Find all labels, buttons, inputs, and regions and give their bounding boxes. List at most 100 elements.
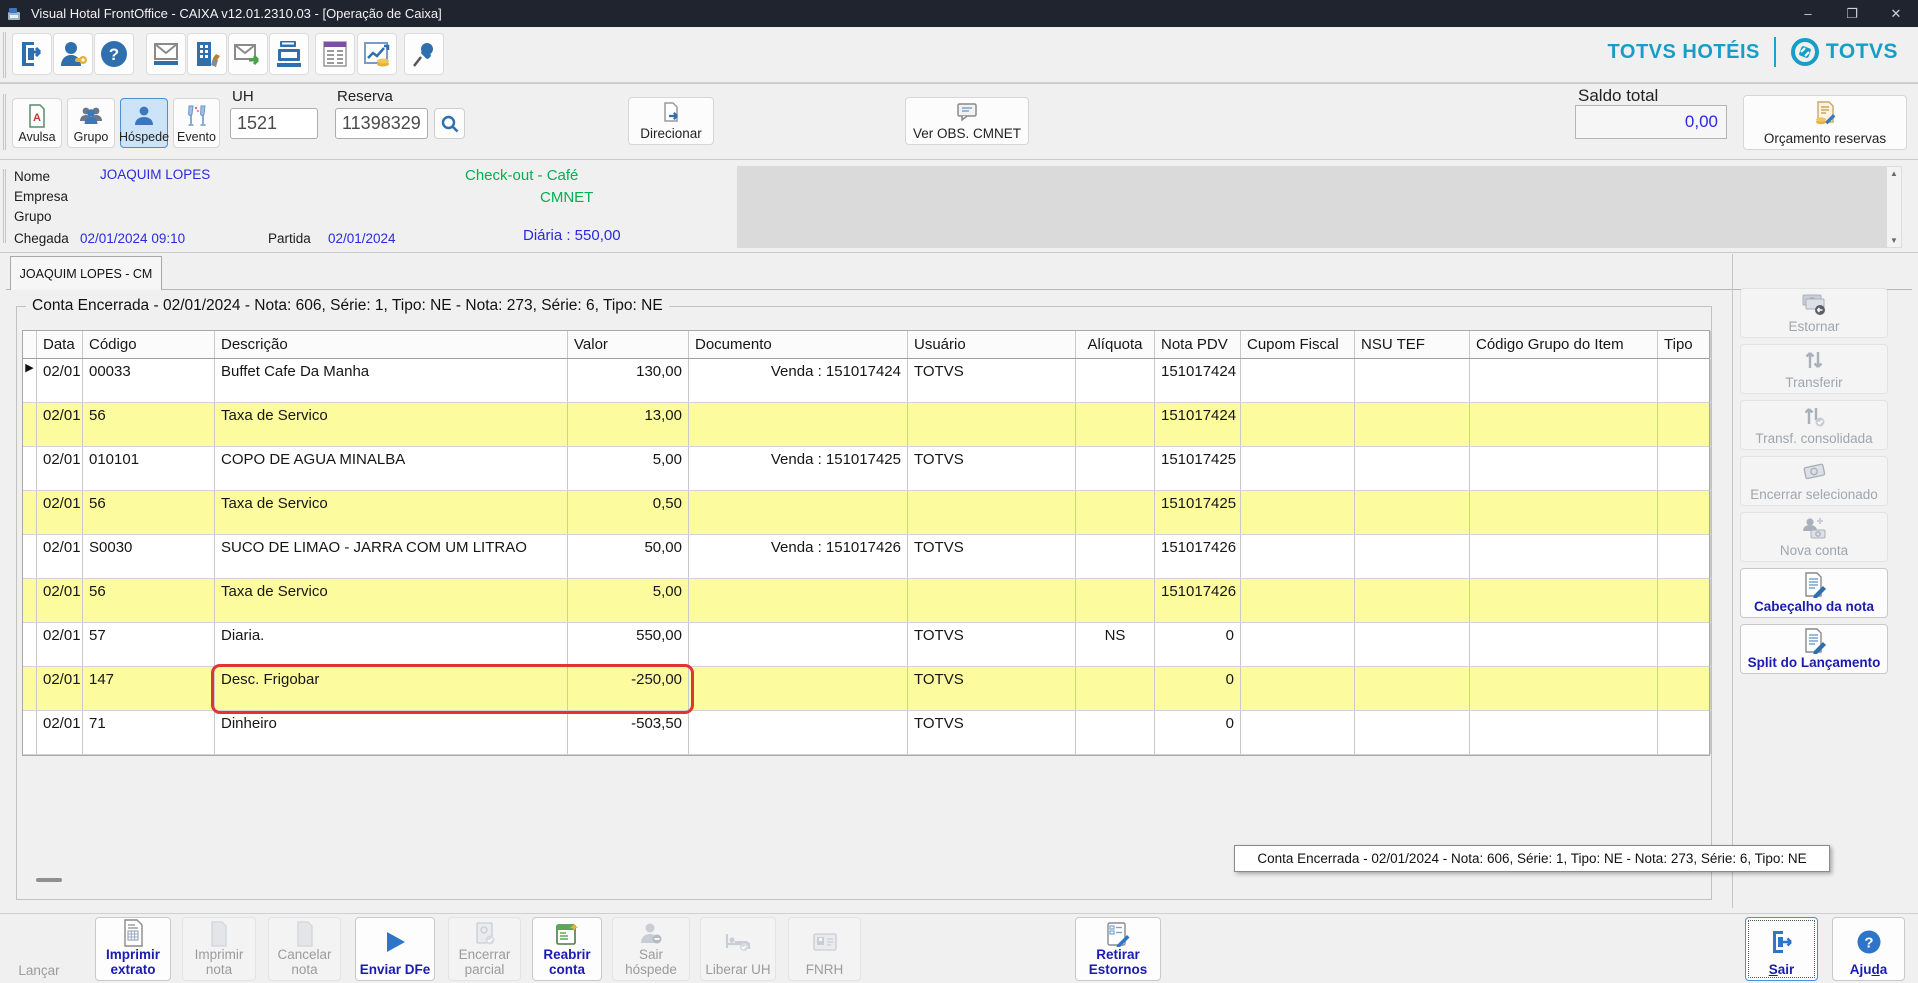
table-cell[interactable] — [1241, 623, 1355, 666]
mode-button-avulsa[interactable]: A Avulsa — [12, 98, 62, 148]
table-cell[interactable] — [908, 403, 1076, 446]
table-cell[interactable] — [1241, 403, 1355, 446]
table-cell[interactable]: 02/01 — [37, 359, 83, 402]
selected-row-marker[interactable]: ▶ — [23, 359, 37, 402]
mode-button-hospede[interactable]: Hóspede — [120, 98, 168, 148]
table-cell[interactable]: Venda : 151017424 — [689, 359, 908, 402]
imprimir-extrato-button[interactable]: Imprimir extrato — [95, 917, 171, 981]
table-cell[interactable]: 151017424 — [1155, 403, 1241, 446]
column-header[interactable]: Código — [83, 331, 215, 358]
table-cell[interactable]: Venda : 151017425 — [689, 447, 908, 490]
table-cell[interactable] — [1470, 491, 1658, 534]
table-cell[interactable] — [1470, 535, 1658, 578]
table-cell[interactable] — [1658, 359, 1711, 402]
table-cell[interactable]: 02/01 — [37, 623, 83, 666]
table-cell[interactable]: 02/01 — [37, 403, 83, 446]
table-cell[interactable]: 151017426 — [1155, 579, 1241, 622]
table-cell[interactable]: 56 — [83, 403, 215, 446]
ver-obs-cmnet-button[interactable]: Ver OBS. CMNET — [905, 97, 1029, 145]
table-cell[interactable] — [1355, 403, 1470, 446]
table-cell[interactable] — [1241, 491, 1355, 534]
table-cell[interactable] — [1241, 535, 1355, 578]
table-cell[interactable]: Dinheiro — [215, 711, 568, 754]
table-cell[interactable]: Taxa de Servico — [215, 491, 568, 534]
table-row[interactable]: 02/01010101COPO DE AGUA MINALBA5,00Venda… — [23, 447, 1709, 491]
row-selector-cell[interactable] — [23, 711, 37, 754]
table-cell[interactable]: 02/01 — [37, 491, 83, 534]
table-cell[interactable]: -250,00 — [568, 667, 689, 710]
cancelar-nota-button[interactable]: Cancelar nota — [268, 917, 341, 981]
table-cell[interactable]: 151017424 — [1155, 359, 1241, 402]
table-cell[interactable] — [1076, 491, 1155, 534]
table-cell[interactable] — [1355, 711, 1470, 754]
table-cell[interactable]: 57 — [83, 623, 215, 666]
table-cell[interactable] — [1470, 447, 1658, 490]
help-toolbar-button[interactable]: ? — [94, 33, 134, 75]
split-do-lancamento-button[interactable]: Split do Lançamento — [1740, 624, 1888, 674]
table-cell[interactable] — [689, 491, 908, 534]
table-cell[interactable]: 0 — [1155, 623, 1241, 666]
table-cell[interactable]: COPO DE AGUA MINALBA — [215, 447, 568, 490]
table-cell[interactable]: 151017426 — [1155, 535, 1241, 578]
table-row[interactable]: 02/0156Taxa de Servico5,00151017426 — [23, 579, 1709, 623]
reserva-input[interactable] — [335, 108, 428, 139]
table-cell[interactable]: 5,00 — [568, 447, 689, 490]
column-header[interactable]: Código Grupo do Item — [1470, 331, 1658, 358]
table-cell[interactable]: 010101 — [83, 447, 215, 490]
row-selector-cell[interactable] — [23, 535, 37, 578]
minimize-button[interactable]: – — [1786, 0, 1830, 27]
table-cell[interactable]: 00033 — [83, 359, 215, 402]
table-cell[interactable] — [689, 711, 908, 754]
lancamentos-table[interactable]: DataCódigoDescriçãoValorDocumentoUsuário… — [22, 330, 1710, 756]
cash-register-toolbar-button[interactable] — [269, 33, 309, 75]
estornar-button[interactable]: Estornar — [1740, 288, 1888, 338]
column-header[interactable]: Usuário — [908, 331, 1076, 358]
enviar-dfe-button[interactable]: Enviar DFe — [355, 917, 435, 981]
table-cell[interactable] — [1470, 667, 1658, 710]
table-cell[interactable]: 02/01 — [37, 667, 83, 710]
table-cell[interactable]: 02/01 — [37, 447, 83, 490]
fnrh-button[interactable]: FNRH — [788, 917, 861, 981]
table-cell[interactable] — [1658, 623, 1711, 666]
orcamento-reservas-button[interactable]: Orçamento reservas — [1743, 95, 1907, 150]
user-key-toolbar-button[interactable] — [53, 33, 93, 75]
table-cell[interactable]: 550,00 — [568, 623, 689, 666]
table-row[interactable]: 02/0157Diaria.550,00TOTVSNS0 — [23, 623, 1709, 667]
row-selector-cell[interactable] — [23, 447, 37, 490]
table-cell[interactable]: 56 — [83, 579, 215, 622]
table-cell[interactable] — [1658, 667, 1711, 710]
search-reserva-button[interactable] — [434, 108, 465, 139]
column-header[interactable]: Descrição — [215, 331, 568, 358]
table-cell[interactable] — [1470, 623, 1658, 666]
column-header[interactable]: Cupom Fiscal — [1241, 331, 1355, 358]
table-cell[interactable] — [1470, 579, 1658, 622]
table-cell[interactable] — [1241, 711, 1355, 754]
table-cell[interactable] — [1241, 579, 1355, 622]
nova-conta-button[interactable]: Nova conta — [1740, 512, 1888, 562]
row-selector-cell[interactable] — [23, 579, 37, 622]
table-cell[interactable]: Taxa de Servico — [215, 403, 568, 446]
table-cell[interactable]: 5,00 — [568, 579, 689, 622]
scroll-up-icon[interactable]: ▲ — [1887, 169, 1901, 178]
table-cell[interactable]: 0 — [1155, 711, 1241, 754]
table-cell[interactable] — [1355, 447, 1470, 490]
table-cell[interactable] — [1658, 491, 1711, 534]
table-cell[interactable] — [1241, 359, 1355, 402]
table-cell[interactable] — [1076, 535, 1155, 578]
column-header[interactable]: Valor — [568, 331, 689, 358]
direcionar-button[interactable]: Direcionar — [628, 97, 714, 145]
table-cell[interactable] — [1241, 667, 1355, 710]
table-row[interactable]: ▶02/0100033Buffet Cafe Da Manha130,00Ven… — [23, 359, 1709, 403]
reabrir-conta-button[interactable]: Reabrir conta — [532, 917, 602, 981]
table-cell[interactable]: 13,00 — [568, 403, 689, 446]
table-cell[interactable]: 0,50 — [568, 491, 689, 534]
table-cell[interactable] — [689, 667, 908, 710]
column-header[interactable]: Data — [37, 331, 83, 358]
pin-toolbar-button[interactable] — [404, 33, 444, 75]
table-cell[interactable] — [1355, 667, 1470, 710]
table-cell[interactable]: TOTVS — [908, 623, 1076, 666]
table-cell[interactable]: 130,00 — [568, 359, 689, 402]
table-cell[interactable]: Diaria. — [215, 623, 568, 666]
table-cell[interactable]: SUCO DE LIMAO - JARRA COM UM LITRAO — [215, 535, 568, 578]
mode-button-grupo[interactable]: Grupo — [67, 98, 115, 148]
